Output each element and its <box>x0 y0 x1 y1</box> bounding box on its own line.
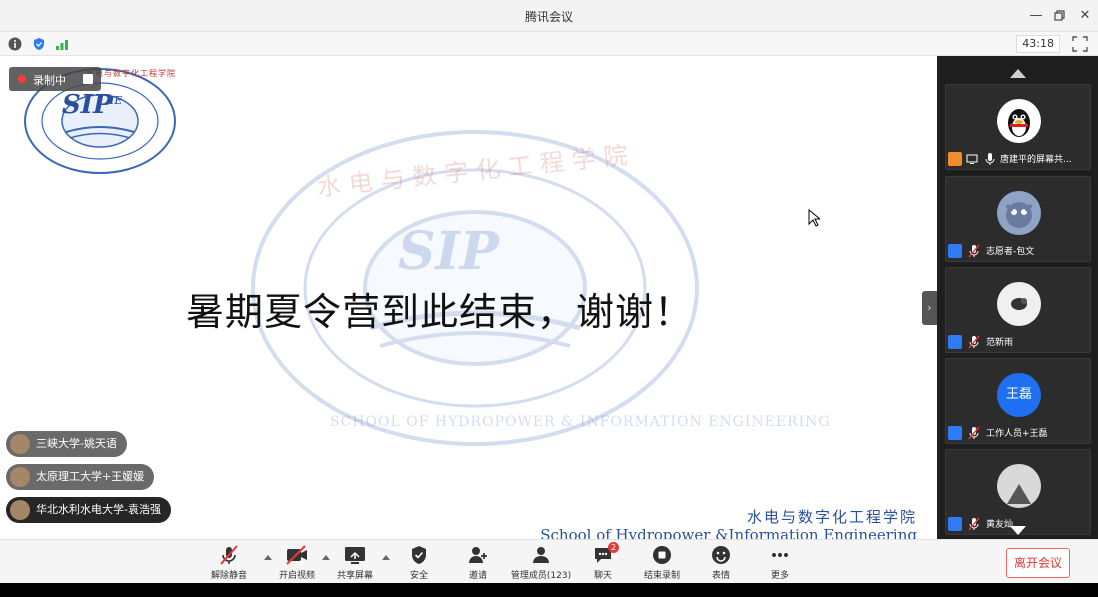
avatar <box>997 464 1041 508</box>
window-title: 腾讯会议 <box>524 10 573 24</box>
bird-avatar-icon <box>1011 298 1027 310</box>
host-role-icon <box>948 152 962 166</box>
user-role-icon <box>948 244 962 258</box>
collapse-panel-button[interactable]: › <box>922 291 937 325</box>
shield-icon[interactable] <box>32 37 46 51</box>
join-notification: 三峡大学-姚天语 <box>6 431 127 457</box>
notification-text: 华北水利水电大学-袁浩强 <box>36 503 161 516</box>
unmute-label: 解除静音 <box>210 571 247 581</box>
penguin-avatar-icon <box>1008 109 1030 137</box>
mic-muted-icon <box>220 545 238 565</box>
participant-name: 工作人员+王磊 <box>986 429 1048 439</box>
participant-tile[interactable]: 黄友灿 <box>945 449 1091 535</box>
mic-muted-icon <box>968 335 980 349</box>
user-role-icon <box>948 335 962 349</box>
watermark-mark: SIP <box>398 221 499 282</box>
avatar <box>997 99 1041 143</box>
avatar <box>997 282 1041 326</box>
participant-panel: 唐建平的屏幕共... 志愿者-包文 范新雨 王磊 工作人员+王磊 黄友灿 <box>937 56 1098 539</box>
participant-tile[interactable]: 范新雨 <box>945 267 1091 353</box>
avatar <box>10 467 30 487</box>
more-button[interactable]: 更多 <box>745 544 815 582</box>
chat-unread-badge: 2 <box>608 542 619 553</box>
minimize-button[interactable]: — <box>1024 4 1048 28</box>
meeting-info-bar: 43:18 <box>0 32 1098 56</box>
info-icon[interactable] <box>8 37 22 51</box>
school-name-cn: 水电与数字化工程学院 <box>746 508 917 526</box>
restore-icon <box>1054 10 1065 21</box>
more-dots-icon <box>772 553 788 557</box>
mouse-cursor-icon <box>808 209 820 227</box>
screen-share-icon <box>966 154 978 164</box>
user-role-icon <box>948 517 962 531</box>
mic-muted-icon <box>968 426 980 440</box>
window-titlebar: 腾讯会议 — ✕ <box>0 0 1098 32</box>
invite-user-icon <box>469 547 487 563</box>
participant-tile[interactable]: 唐建平的屏幕共... <box>945 84 1091 170</box>
participant-tile[interactable]: 王磊 工作人员+王磊 <box>945 358 1091 444</box>
unmute-button[interactable]: 解除静音 <box>194 544 264 582</box>
members-icon <box>533 547 549 563</box>
meeting-toolbar: 解除静音 开启视频 共享屏幕 安全 邀请 管理成员(123) 2 聊天 结束录制… <box>0 539 1098 583</box>
manage-members-button[interactable]: 管理成员(123) <box>506 544 576 582</box>
avatar <box>997 191 1041 235</box>
school-name-en: School of Hydropower &Information Engine… <box>540 526 917 539</box>
participant-tile[interactable]: 志愿者-包文 <box>945 176 1091 262</box>
watermark-text-en: SCHOOL OF HYDROPOWER & INFORMATION ENGIN… <box>330 414 831 430</box>
shared-screen-stage: SIP IE 水电与数字化工程学院 SIP 水电与数字化工程学院 SCHOOL … <box>0 56 937 539</box>
logo-mark: SIP <box>62 90 113 120</box>
join-notification: 太原理工大学+王媛媛 <box>6 464 155 490</box>
manage-members-label: 管理成员(123) <box>510 571 572 581</box>
cat-avatar-icon <box>1005 202 1033 228</box>
participant-name: 范新雨 <box>986 338 1014 348</box>
close-button[interactable]: ✕ <box>1073 4 1097 28</box>
camera-off-icon <box>286 545 307 565</box>
recording-indicator[interactable]: 录制中 <box>9 67 101 91</box>
participant-name: 唐建平的屏幕共... <box>1000 155 1072 165</box>
logo-mark-sub: IE <box>110 94 123 107</box>
avatar <box>10 500 30 520</box>
share-screen-icon <box>345 547 365 564</box>
bottom-edge <box>0 583 1098 597</box>
fullscreen-icon[interactable] <box>1072 36 1088 52</box>
signal-icon[interactable] <box>55 37 69 51</box>
mic-icon <box>985 153 995 165</box>
participant-name: 黄友灿 <box>986 520 1014 530</box>
participant-name: 志愿者-包文 <box>986 247 1035 257</box>
notification-text: 三峡大学-姚天语 <box>36 437 117 450</box>
scroll-up-icon[interactable] <box>1010 69 1026 78</box>
invite-label: 邀请 <box>468 571 487 581</box>
meeting-timer: 43:18 <box>1016 35 1060 53</box>
recording-label: 录制中 <box>33 74 66 87</box>
scroll-down-icon[interactable] <box>1010 526 1026 535</box>
smile-icon <box>712 546 730 564</box>
user-role-icon <box>948 426 962 440</box>
slide-headline: 暑期夏令营到此结束，谢谢！ <box>186 290 694 334</box>
more-label: 更多 <box>770 571 789 581</box>
silhouette-avatar-icon <box>1007 484 1031 504</box>
mic-muted-icon <box>968 517 980 531</box>
leave-meeting-button[interactable]: 离开会议 <box>1006 548 1070 578</box>
avatar: 王磊 <box>997 373 1041 417</box>
restore-button[interactable] <box>1048 4 1072 28</box>
notification-text: 太原理工大学+王媛媛 <box>36 470 145 483</box>
security-shield-icon <box>412 546 426 564</box>
join-notification: 华北水利水电大学-袁浩强 <box>6 497 171 523</box>
stop-record-icon <box>653 546 671 564</box>
avatar <box>10 434 30 454</box>
stop-square-icon[interactable] <box>83 74 93 84</box>
recording-dot-icon <box>18 75 26 83</box>
mic-muted-icon <box>968 244 980 258</box>
invite-button[interactable]: 邀请 <box>443 544 513 582</box>
